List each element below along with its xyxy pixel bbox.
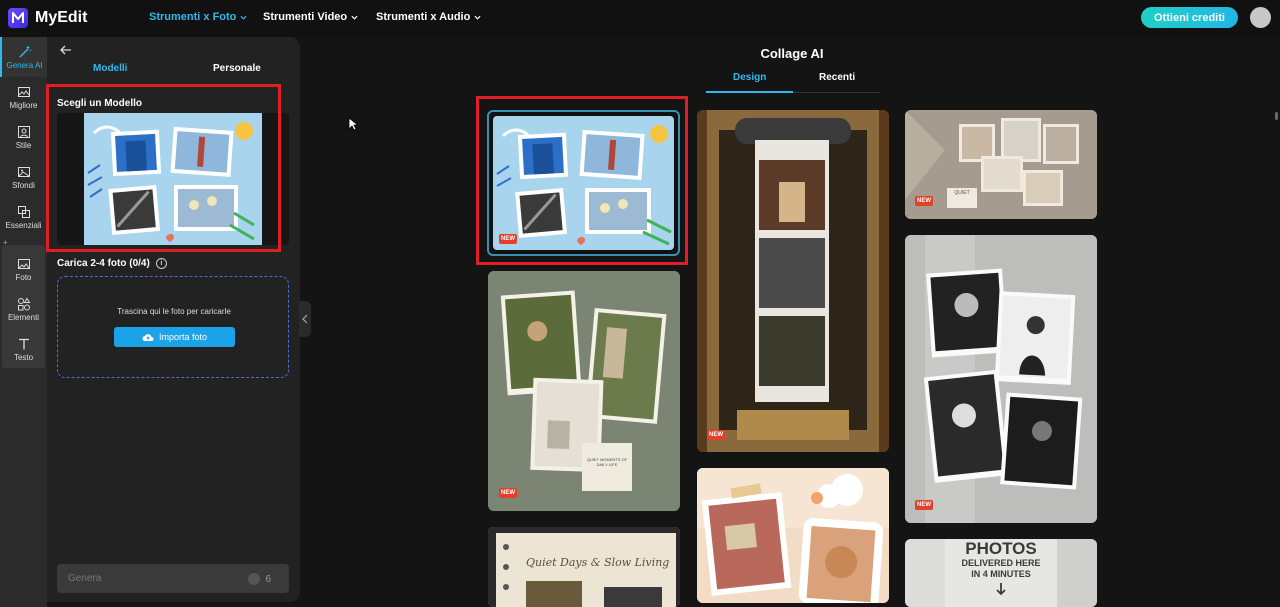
text-icon	[18, 338, 29, 349]
top-navigation-bar: MyEdit Strumenti x Foto Strumenti Video …	[0, 0, 1280, 37]
info-icon[interactable]: i	[155, 258, 167, 269]
generate-label: Genera	[68, 573, 102, 584]
import-photo-label: Importa foto	[158, 332, 208, 342]
rail-item-testo[interactable]: Testo	[0, 329, 47, 369]
rail-item-sfondi[interactable]: Sfondi	[0, 157, 47, 197]
chevron-left-icon	[302, 314, 308, 324]
drop-text: Trascina qui le foto per caricarle	[117, 307, 231, 316]
new-badge: NEW	[707, 430, 725, 440]
section-title: Scegli un Modello	[57, 98, 143, 109]
new-badge: NEW	[499, 234, 517, 244]
background-image-icon	[17, 166, 30, 177]
collage-settings-panel: Modelli Personale Scegli un Modello Cari…	[47, 37, 300, 602]
template-card-bw-portraits[interactable]: NEW	[905, 235, 1097, 523]
tab-recenti[interactable]: Recenti	[819, 72, 855, 83]
template-card-sky-collage[interactable]: NEW	[487, 110, 680, 256]
shapes-icon	[17, 297, 30, 310]
page-title: Collage AI	[760, 46, 824, 61]
minutes-text: IN 4 MINUTES	[971, 569, 1031, 579]
photo-icon	[17, 258, 30, 269]
nav-label: Strumenti x Foto	[149, 11, 237, 23]
arrow-down-icon	[996, 583, 1006, 596]
brand-logo[interactable]: MyEdit	[8, 8, 87, 28]
nav-label: Strumenti Video	[263, 11, 348, 23]
myedit-logo-icon	[8, 8, 28, 28]
photos-heading: PHOTOS	[965, 539, 1037, 558]
nav-strumenti-video[interactable]: Strumenti Video	[263, 11, 358, 23]
new-badge: NEW	[499, 488, 517, 498]
rail-item-foto[interactable]: Foto	[0, 249, 47, 289]
template-thumbnail	[905, 235, 1097, 523]
generate-button[interactable]: Genera 6	[57, 564, 289, 593]
template-thumbnail	[905, 110, 1097, 219]
new-badge: NEW	[915, 500, 933, 510]
panel-collapse-handle[interactable]	[299, 301, 311, 337]
template-card-moodboard[interactable]: QUIET NEW	[905, 110, 1097, 219]
rail-label: Stile	[15, 140, 32, 150]
tab-modelli[interactable]: Modelli	[93, 63, 127, 74]
nav-label: Strumenti x Audio	[376, 11, 471, 23]
import-photo-button[interactable]: Importa foto	[114, 327, 235, 347]
rail-label: Migliore	[9, 100, 38, 110]
rail-label: Elementi	[7, 312, 40, 322]
template-card-quiet-days[interactable]: Quiet Days & Slow Living	[488, 527, 680, 607]
generate-cost: 6	[248, 573, 271, 585]
scrollbar-thumb[interactable]	[1275, 112, 1278, 120]
rail-label: Foto	[15, 272, 32, 282]
photo-dropzone[interactable]: Trascina qui le foto per caricarle Impor…	[57, 276, 289, 378]
get-credits-button[interactable]: Ottieni crediti	[1141, 7, 1238, 28]
template-thumbnail	[697, 468, 889, 603]
brand-name: MyEdit	[35, 9, 88, 26]
image-enhance-icon	[17, 86, 30, 97]
tool-rail: Genera AI Migliore Stile Sfondi Essenzia…	[0, 37, 47, 607]
template-card-photo-strip[interactable]: NEW	[697, 110, 889, 452]
credit-coin-icon	[248, 573, 261, 585]
generate-cost-value: 6	[265, 573, 271, 585]
tab-personale[interactable]: Personale	[213, 63, 261, 74]
nav-strumenti-audio[interactable]: Strumenti x Audio	[376, 11, 481, 23]
template-thumbnail	[493, 116, 674, 250]
quiet-days-title: Quiet Days & Slow Living	[526, 556, 670, 569]
mouse-cursor-icon	[348, 117, 358, 131]
template-thumbnail	[488, 271, 680, 511]
rail-item-elementi[interactable]: Elementi	[0, 289, 47, 329]
rail-label: Essenziali	[5, 220, 42, 230]
template-card-photos-delivered[interactable]: PHOTOS DELIVERED HERE IN 4 MINUTES	[905, 539, 1097, 607]
delivered-text: DELIVERED HERE	[961, 558, 1041, 568]
cloud-upload-icon	[142, 334, 154, 341]
quiet-label: QUIET	[947, 188, 977, 208]
tab-design[interactable]: Design	[733, 72, 766, 83]
crop-icon	[17, 205, 30, 218]
portrait-style-icon	[17, 125, 30, 138]
rail-item-essenziali[interactable]: Essenziali	[0, 197, 47, 237]
nav-strumenti-foto[interactable]: Strumenti x Foto	[149, 11, 247, 23]
chevron-down-icon	[240, 15, 247, 20]
upload-title-text: Carica 2-4 foto (0/4)	[57, 258, 150, 269]
template-card-cozy-collage[interactable]	[697, 468, 889, 603]
rail-label: Genera AI	[6, 60, 43, 70]
chevron-down-icon	[474, 15, 481, 20]
rail-label: Testo	[13, 352, 34, 362]
template-thumbnail	[697, 110, 889, 452]
new-badge: NEW	[915, 196, 933, 206]
selected-template-thumbnail[interactable]	[84, 113, 262, 245]
rail-item-migliore[interactable]: Migliore	[0, 77, 47, 117]
active-tab-indicator	[706, 91, 793, 93]
template-card-quiet-moments[interactable]: QUIET MOMENTS OF DAILY LIFE NEW	[488, 271, 680, 511]
user-avatar[interactable]	[1250, 7, 1271, 28]
rail-item-stile[interactable]: Stile	[0, 117, 47, 157]
upload-title: Carica 2-4 foto (0/4) i	[57, 258, 167, 269]
quiet-moments-text: QUIET MOMENTS OF DAILY LIFE	[586, 457, 628, 467]
rail-label: Sfondi	[12, 180, 35, 190]
chevron-down-icon	[351, 15, 358, 20]
